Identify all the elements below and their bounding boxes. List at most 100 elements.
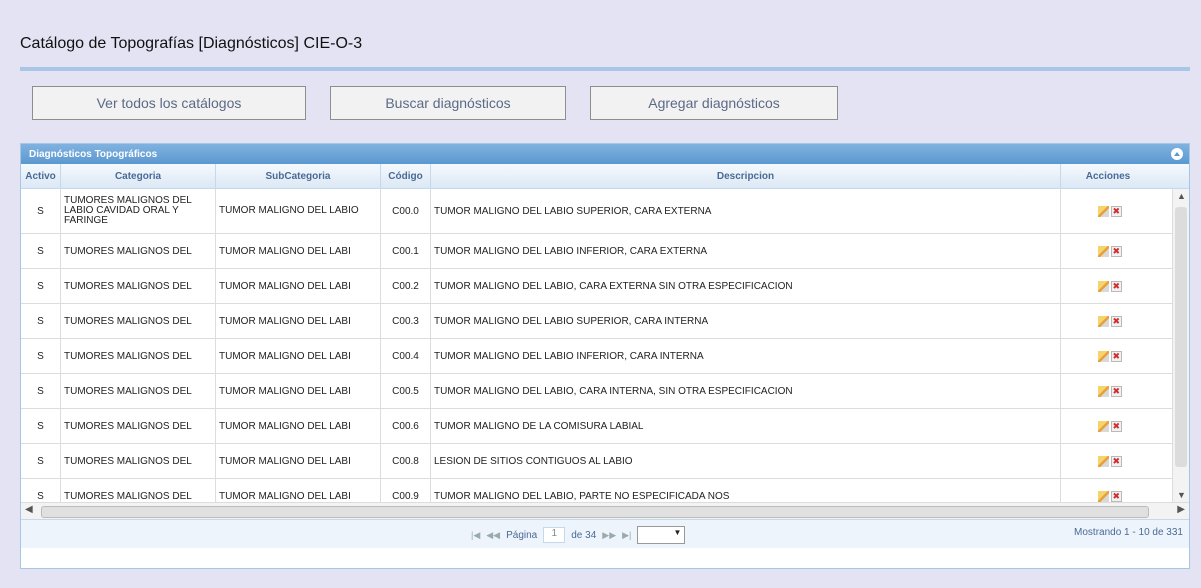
delete-icon[interactable]: [1110, 205, 1122, 217]
column-header-descripcion[interactable]: Descripcion: [431, 164, 1061, 188]
cell-descripcion: TUMOR MALIGNO DEL LABIO INFERIOR, CARA E…: [431, 234, 1061, 268]
delete-icon[interactable]: [1110, 420, 1122, 432]
cell-codigo: C00.1: [381, 234, 431, 268]
table-row[interactable]: S TUMORES MALIGNOS DEL LABIO CAVIDAD ORAL…: [21, 189, 1189, 234]
cell-codigo: C00.6: [381, 409, 431, 443]
page-title: Catálogo de Topografías [Diagnósticos] C…: [20, 35, 363, 52]
cell-subcategoria: TUMOR MALIGNO DEL LABI: [216, 269, 381, 303]
vertical-scrollbar[interactable]: ▲ ▼: [1172, 189, 1189, 502]
cell-subcategoria: TUMOR MALIGNO DEL LABI: [216, 339, 381, 373]
table-row[interactable]: S TUMORES MALIGNOS DEL TUMOR MALIGNO DEL L…: [21, 374, 1189, 409]
horizontal-scroll-thumb[interactable]: [41, 506, 1149, 518]
scroll-up-arrow-icon[interactable]: ▲: [1177, 191, 1186, 201]
scroll-left-arrow-icon[interactable]: ◀: [25, 504, 33, 515]
scroll-right-arrow-icon[interactable]: ▶: [1177, 504, 1185, 515]
column-header-categoria[interactable]: Categoria: [61, 164, 216, 188]
search-diagnoses-button[interactable]: Buscar diagnósticos: [330, 86, 566, 120]
cell-activo: S: [21, 304, 61, 338]
last-page-icon[interactable]: ▶|: [622, 530, 631, 541]
edit-icon[interactable]: [1097, 350, 1109, 362]
prev-page-icon[interactable]: ◀◀: [486, 530, 500, 541]
cell-descripcion: TUMOR MALIGNO DEL LABIO, CARA INTERNA, S…: [431, 374, 1061, 408]
view-all-catalogs-button[interactable]: Ver todos los catálogos: [32, 86, 306, 120]
cell-acciones: [1061, 409, 1171, 443]
delete-icon[interactable]: [1110, 455, 1122, 467]
table-row[interactable]: S TUMORES MALIGNOS DEL TUMOR MALIGNO DEL L…: [21, 479, 1189, 502]
grid-caption: Diagnósticos Topográficos: [21, 144, 1189, 164]
cell-subcategoria: TUMOR MALIGNO DEL LABI: [216, 304, 381, 338]
edit-icon[interactable]: [1097, 420, 1109, 432]
cell-activo: S: [21, 339, 61, 373]
cell-activo: S: [21, 374, 61, 408]
cell-categoria: TUMORES MALIGNOS DEL: [61, 339, 216, 373]
cell-activo: S: [21, 409, 61, 443]
cell-descripcion: TUMOR MALIGNO DE LA COMISURA LABIAL: [431, 409, 1061, 443]
edit-icon[interactable]: [1097, 455, 1109, 467]
horizontal-scrollbar[interactable]: ◀ ▶: [21, 502, 1189, 519]
cell-activo: S: [21, 189, 61, 233]
cell-descripcion: TUMOR MALIGNO DEL LABIO SUPERIOR, CARA I…: [431, 304, 1061, 338]
edit-icon[interactable]: [1097, 385, 1109, 397]
next-page-icon[interactable]: ▶▶: [602, 530, 616, 541]
collapse-icon[interactable]: [1171, 148, 1183, 160]
page-label: Página: [506, 529, 538, 541]
delete-icon[interactable]: [1110, 315, 1122, 327]
edit-icon[interactable]: [1097, 490, 1109, 502]
cell-categoria: TUMORES MALIGNOS DEL: [61, 304, 216, 338]
vertical-scroll-thumb[interactable]: [1175, 207, 1187, 467]
record-count-info: Mostrando 1 - 10 de 331: [1074, 527, 1183, 538]
column-header-activo[interactable]: Activo: [21, 164, 61, 188]
add-diagnosis-button[interactable]: Agregar diagnósticos: [590, 86, 838, 120]
column-header-acciones[interactable]: Acciones: [1061, 164, 1171, 188]
delete-icon[interactable]: [1110, 245, 1122, 257]
table-row[interactable]: S TUMORES MALIGNOS DEL TUMOR MALIGNO DEL L…: [21, 444, 1189, 479]
cell-acciones: [1061, 374, 1171, 408]
table-row[interactable]: S TUMORES MALIGNOS DEL TUMOR MALIGNO DEL L…: [21, 409, 1189, 444]
column-header-codigo[interactable]: Código: [381, 164, 431, 188]
page-count-label: de 34: [571, 529, 597, 541]
cell-descripcion: TUMOR MALIGNO DEL LABIO INFERIOR, CARA I…: [431, 339, 1061, 373]
table-row[interactable]: S TUMORES MALIGNOS DEL TUMOR MALIGNO DEL L…: [21, 234, 1189, 269]
cell-subcategoria: TUMOR MALIGNO DEL LABI: [216, 374, 381, 408]
cell-codigo: C00.2: [381, 269, 431, 303]
cell-codigo: C00.8: [381, 444, 431, 478]
edit-icon[interactable]: [1097, 280, 1109, 292]
grid-caption-title: Diagnósticos Topográficos: [29, 148, 158, 160]
cell-acciones: [1061, 444, 1171, 478]
cell-activo: S: [21, 269, 61, 303]
edit-icon[interactable]: [1097, 245, 1109, 257]
scroll-down-arrow-icon[interactable]: ▼: [1177, 490, 1186, 500]
cell-codigo: C00.9: [381, 479, 431, 502]
cell-categoria: TUMORES MALIGNOS DEL: [61, 269, 216, 303]
delete-icon[interactable]: [1110, 350, 1122, 362]
cell-subcategoria: TUMOR MALIGNO DEL LABI: [216, 409, 381, 443]
cell-subcategoria: TUMOR MALIGNO DEL LABI: [216, 234, 381, 268]
table-row[interactable]: S TUMORES MALIGNOS DEL TUMOR MALIGNO DEL L…: [21, 304, 1189, 339]
page-number-input[interactable]: 1: [543, 527, 566, 543]
table-row[interactable]: S TUMORES MALIGNOS DEL TUMOR MALIGNO DEL L…: [21, 339, 1189, 374]
delete-icon[interactable]: [1110, 280, 1122, 292]
pager-controls: |◀ ◀◀ Página 1 de 34 ▶▶ ▶|: [471, 526, 686, 544]
cell-descripcion: LESION DE SITIOS CONTIGUOS AL LABIO: [431, 444, 1061, 478]
delete-icon[interactable]: [1110, 385, 1122, 397]
cell-codigo: C00.3: [381, 304, 431, 338]
cell-acciones: [1061, 304, 1171, 338]
cell-activo: S: [21, 479, 61, 502]
cell-subcategoria: TUMOR MALIGNO DEL LABI: [216, 479, 381, 502]
edit-icon[interactable]: [1097, 205, 1109, 217]
cell-descripcion: TUMOR MALIGNO DEL LABIO, PARTE NO ESPECI…: [431, 479, 1061, 502]
cell-acciones: [1061, 339, 1171, 373]
cell-categoria: TUMORES MALIGNOS DEL: [61, 374, 216, 408]
diagnoses-grid: Diagnósticos Topográficos Activo Categor…: [20, 143, 1190, 569]
edit-icon[interactable]: [1097, 315, 1109, 327]
rows-per-page-select[interactable]: [637, 526, 686, 544]
table-row[interactable]: S TUMORES MALIGNOS DEL TUMOR MALIGNO DEL L…: [21, 269, 1189, 304]
column-header-subcategoria[interactable]: SubCategoria: [216, 164, 381, 188]
title-divider: [20, 67, 1190, 71]
cell-acciones: [1061, 189, 1171, 233]
cell-categoria: TUMORES MALIGNOS DEL: [61, 234, 216, 268]
delete-icon[interactable]: [1110, 490, 1122, 502]
cell-activo: S: [21, 444, 61, 478]
first-page-icon[interactable]: |◀: [471, 530, 480, 541]
cell-codigo: C00.4: [381, 339, 431, 373]
